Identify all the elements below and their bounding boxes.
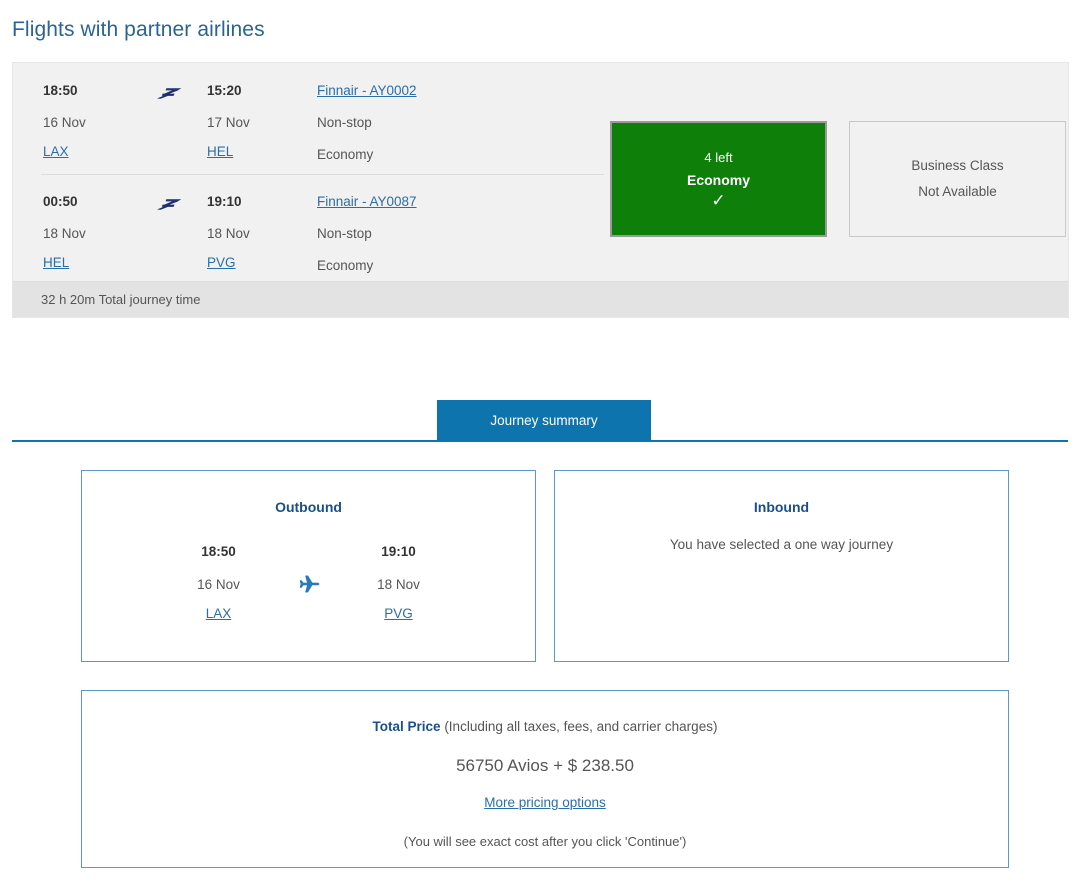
tab-journey-summary[interactable]: Journey summary: [437, 400, 651, 440]
journey-summary-panels: Outbound 18:50 16 Nov LAX 19:10 18 Nov P…: [81, 470, 1009, 662]
fare-card-business: Business Class Not Available: [849, 121, 1066, 237]
outbound-arrival: 19:10 18 Nov PVG: [339, 535, 459, 627]
business-class-label: Business Class: [911, 158, 1004, 173]
inbound-title: Inbound: [753, 499, 810, 515]
arrival-airport-link[interactable]: HEL: [207, 139, 233, 165]
finnair-logo-icon: [150, 83, 186, 103]
inbound-panel: Inbound You have selected a one way jour…: [554, 470, 1009, 662]
departure-column: 00:50 18 Nov HEL: [29, 186, 129, 276]
departure-date: 18 Nov: [43, 226, 86, 241]
seats-left-label: 4 left: [704, 150, 733, 165]
total-price-heading: Total Price (Including all taxes, fees, …: [373, 719, 718, 734]
total-price-amount: 56750 Avios + $ 238.50: [456, 756, 634, 775]
tab-journey-summary-label: Journey summary: [490, 412, 598, 428]
outbound-departure-time: 18:50: [201, 544, 236, 559]
flight-number-link[interactable]: Finnair - AY0087: [317, 186, 417, 218]
outbound-title: Outbound: [275, 499, 342, 515]
total-price-sublabel: (Including all taxes, fees, and carrier …: [440, 719, 718, 734]
arrival-date: 18 Nov: [207, 226, 250, 241]
departure-time: 00:50: [43, 194, 78, 209]
outbound-leg: 18:50 16 Nov LAX 19:10 18 Nov PVG: [82, 535, 535, 627]
total-journey-time: 32 h 20m Total journey time: [41, 292, 201, 307]
cabin-label: Economy: [317, 147, 374, 162]
departure-time: 18:50: [43, 83, 78, 98]
journey-time-footer: 32 h 20m Total journey time: [13, 281, 1068, 317]
total-price-label: Total Price: [372, 719, 441, 734]
flight-info-column: Finnair - AY0002 Non-stop Economy: [317, 75, 547, 171]
tab-bar: Journey summary: [0, 400, 1080, 442]
outbound-panel: Outbound 18:50 16 Nov LAX 19:10 18 Nov P…: [81, 470, 536, 662]
price-disclaimer: (You will see exact cost after you click…: [403, 834, 687, 849]
departure-airport-link[interactable]: LAX: [43, 139, 69, 165]
flight-result-card: 18:50 16 Nov LAX 15:20 17 Nov HEL Finnai…: [12, 62, 1069, 318]
cabin-label: Economy: [317, 258, 374, 273]
arrival-time: 19:10: [207, 194, 242, 209]
more-pricing-options-link[interactable]: More pricing options: [484, 795, 606, 810]
page-title: Flights with partner airlines: [12, 18, 265, 41]
fare-options: 4 left Economy ✓ Business Class Not Avai…: [610, 121, 1066, 237]
business-class-availability: Not Available: [918, 184, 997, 199]
inbound-note: You have selected a one way journey: [669, 537, 894, 552]
outbound-departure-date: 16 Nov: [197, 577, 240, 592]
arrival-column: 19:10 18 Nov PVG: [207, 186, 317, 276]
arrival-date: 17 Nov: [207, 115, 250, 130]
outbound-departure-airport-link[interactable]: LAX: [206, 601, 232, 627]
fare-card-economy[interactable]: 4 left Economy ✓: [610, 121, 827, 237]
airline-logo-column: [129, 75, 207, 103]
outbound-arrival-time: 19:10: [381, 544, 416, 559]
arrival-column: 15:20 17 Nov HEL: [207, 75, 317, 165]
airplane-icon: [279, 535, 339, 597]
departure-column: 18:50 16 Nov LAX: [29, 75, 129, 165]
flight-segments-list: 18:50 16 Nov LAX 15:20 17 Nov HEL Finnai…: [13, 63, 1068, 281]
outbound-departure: 18:50 16 Nov LAX: [159, 535, 279, 627]
total-price-panel: Total Price (Including all taxes, fees, …: [81, 690, 1009, 868]
stops-label: Non-stop: [317, 226, 372, 241]
tab-underline: [12, 440, 1068, 442]
stops-label: Non-stop: [317, 115, 372, 130]
flight-selection-page: Flights with partner airlines 18:50 16 N…: [0, 0, 1080, 890]
finnair-logo-icon: [150, 194, 186, 214]
outbound-arrival-airport-link[interactable]: PVG: [384, 601, 413, 627]
airline-logo-column: [129, 186, 207, 214]
check-icon: ✓: [711, 191, 726, 210]
segment-divider: [41, 174, 604, 175]
arrival-airport-link[interactable]: PVG: [207, 250, 236, 276]
fare-cabin-label: Economy: [686, 172, 750, 188]
departure-date: 16 Nov: [43, 115, 86, 130]
flight-info-column: Finnair - AY0087 Non-stop Economy: [317, 186, 547, 282]
arrival-time: 15:20: [207, 83, 242, 98]
departure-airport-link[interactable]: HEL: [43, 250, 69, 276]
flight-number-link[interactable]: Finnair - AY0002: [317, 75, 417, 107]
outbound-arrival-date: 18 Nov: [377, 577, 420, 592]
